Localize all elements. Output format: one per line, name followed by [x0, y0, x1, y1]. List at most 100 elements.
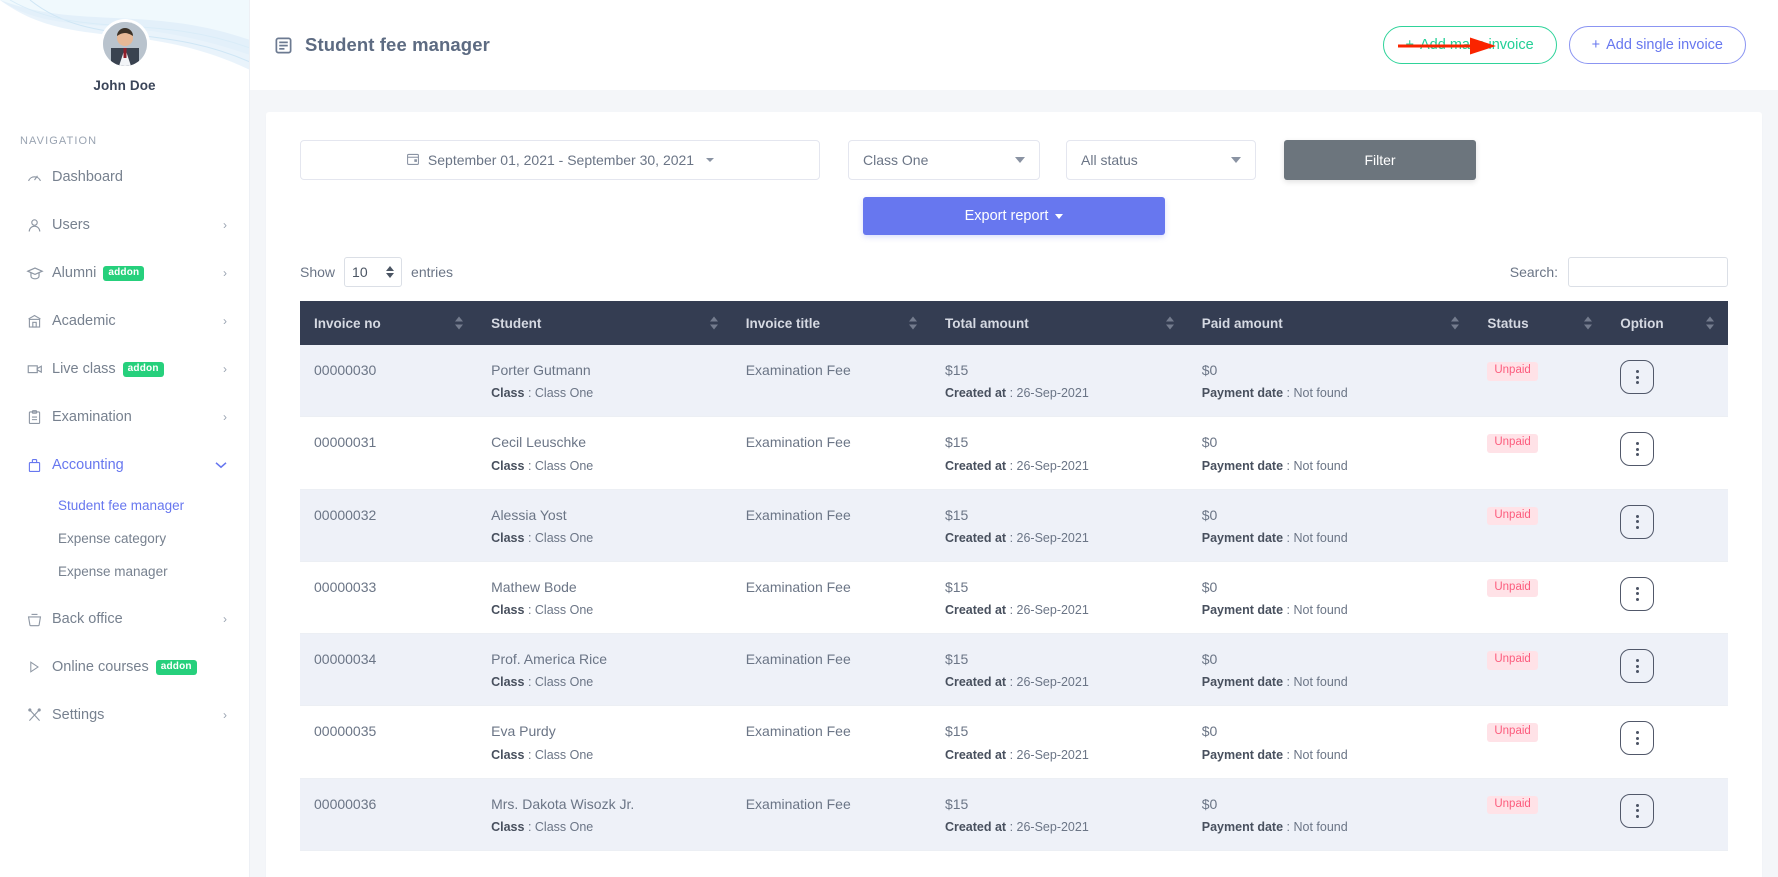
class-select[interactable]: Class One — [848, 140, 1040, 180]
sort-icon[interactable] — [1584, 316, 1593, 330]
student-class: Class : Class One — [491, 386, 594, 401]
row-options-button[interactable] — [1620, 721, 1655, 756]
sidebar-item-back-office[interactable]: Back office › — [0, 595, 249, 643]
column-header-status[interactable]: Status — [1473, 301, 1607, 345]
row-options-button[interactable] — [1620, 793, 1655, 828]
status-select[interactable]: All status — [1066, 140, 1256, 180]
sidebar-item-label: Back office — [52, 611, 123, 627]
column-header-invoice-no[interactable]: Invoice no — [300, 301, 478, 345]
kebab-menu-icon — [1635, 597, 1639, 601]
sidebar-item-users[interactable]: Users › — [0, 201, 249, 249]
table-row[interactable]: 00000035 Eva Purdy Class : Class One Examin… — [300, 705, 1728, 779]
table-row[interactable]: 00000033 Mathew Bode Class : Class One Exam… — [300, 561, 1728, 635]
column-header-total-amount[interactable]: Total amount — [930, 301, 1188, 345]
search-group: Search: — [1510, 257, 1728, 287]
cell-invoice-no: 00000034 — [300, 633, 478, 707]
sidebar-subitem-label: Expense manager — [58, 564, 168, 579]
add-single-invoice-button[interactable]: + Add single invoice — [1568, 25, 1746, 65]
add-mass-invoice-label: Add mass invoice — [1420, 36, 1534, 53]
avatar[interactable] — [102, 22, 147, 66]
chevron-down-icon — [215, 459, 227, 471]
invoice-no-value: 00000030 — [314, 362, 377, 378]
cell-student: Porter Gutmann Class : Class One — [477, 345, 732, 418]
fee-manager-card: September 01, 2021 - September 30, 2021 … — [266, 112, 1762, 877]
status-badge: Unpaid — [1487, 795, 1538, 815]
payment-date: Payment date : Not found — [1201, 747, 1348, 762]
table-row[interactable]: 00000036 Mrs. Dakota Wisozk Jr. Class : Cl… — [300, 778, 1728, 852]
total-amount-value: $15 — [944, 434, 969, 451]
invoice-title-value: Examination Fee — [745, 723, 851, 740]
row-options-button[interactable] — [1620, 576, 1655, 611]
table-row[interactable]: 00000031 Cecil Leuschke Class : Class One E… — [300, 416, 1728, 490]
cell-option — [1606, 778, 1728, 852]
chevron-down-icon — [1015, 157, 1025, 163]
cell-student: Mathew Bode Class : Class One — [477, 561, 732, 635]
sort-icon[interactable] — [1706, 316, 1714, 330]
row-options-button[interactable] — [1620, 360, 1655, 394]
kebab-menu-icon — [1635, 442, 1639, 446]
column-label: Invoice no — [314, 315, 381, 331]
cell-invoice-title: Examination Fee — [731, 561, 931, 635]
sidebar-item-label: Live class addon — [52, 361, 223, 377]
payment-date: Payment date : Not found — [1201, 603, 1348, 618]
cell-option — [1606, 489, 1728, 562]
page-title: Student fee manager — [305, 34, 490, 55]
table-body: 00000030 Porter Gutmann Class : Class One E… — [300, 345, 1728, 852]
column-label: Student — [491, 315, 542, 331]
table-row[interactable]: 00000030 Porter Gutmann Class : Class One E… — [300, 345, 1728, 418]
sidebar-item-alumni[interactable]: Alumni addon › — [0, 249, 249, 297]
column-header-invoice-title[interactable]: Invoice title — [731, 301, 931, 345]
document-list-icon — [274, 36, 293, 55]
table-row[interactable]: 00000032 Alessia Yost Class : Class One Exa… — [300, 489, 1728, 562]
sidebar-item-student-fee-manager[interactable]: Student fee manager — [0, 489, 249, 522]
basket-icon — [26, 611, 52, 628]
row-options-button[interactable] — [1620, 432, 1655, 467]
person-icon — [26, 217, 52, 234]
kebab-menu-icon — [1635, 814, 1639, 818]
sidebar-item-expense-category[interactable]: Expense category — [0, 522, 249, 555]
search-input[interactable] — [1568, 257, 1728, 287]
payment-date: Payment date : Not found — [1201, 820, 1348, 835]
briefcase-icon — [26, 457, 52, 474]
column-header-option[interactable]: Option — [1606, 301, 1728, 345]
sidebar-item-label: Settings — [52, 707, 105, 723]
sidebar-item-live-class[interactable]: Live class addon › — [0, 345, 249, 393]
table-row[interactable]: 00000034 Prof. America Rice Class : Class … — [300, 633, 1728, 707]
filter-row: September 01, 2021 - September 30, 2021 … — [300, 140, 1728, 180]
video-camera-icon — [26, 360, 52, 378]
show-label: Show — [300, 264, 336, 280]
export-report-button[interactable]: Export report — [863, 197, 1165, 235]
add-mass-invoice-button[interactable]: + Add mass invoice — [1382, 25, 1557, 65]
sidebar-item-online-courses[interactable]: Online courses addon — [0, 643, 249, 691]
sidebar-item-dashboard[interactable]: Dashboard — [0, 153, 249, 201]
paid-amount-value: $0 — [1201, 506, 1218, 523]
kebab-menu-icon — [1635, 586, 1639, 590]
row-options-button[interactable] — [1620, 649, 1655, 684]
chevron-right-icon: › — [223, 362, 227, 376]
status-badge: Unpaid — [1487, 651, 1538, 670]
entries-per-page-select[interactable]: 10 — [344, 257, 403, 287]
content-region: September 01, 2021 - September 30, 2021 … — [250, 90, 1778, 877]
search-label: Search: — [1509, 264, 1558, 280]
table-controls: Show 10 entries Search: — [300, 257, 1728, 287]
row-options-button[interactable] — [1620, 504, 1655, 539]
column-header-paid-amount[interactable]: Paid amount — [1187, 301, 1474, 345]
export-row: Export report — [300, 197, 1728, 235]
sort-icon[interactable] — [1165, 316, 1174, 330]
column-header-student[interactable]: Student — [477, 301, 732, 345]
student-class: Class : Class One — [491, 820, 594, 835]
sidebar-item-expense-manager[interactable]: Expense manager — [0, 555, 249, 588]
user-avatar-photo — [102, 22, 147, 66]
table-header-row: Invoice no Student Invoice title Total a… — [300, 301, 1728, 345]
sort-icon[interactable] — [1451, 316, 1460, 330]
sort-icon[interactable] — [908, 316, 917, 330]
sort-icon[interactable] — [709, 316, 718, 330]
sidebar-item-accounting[interactable]: Accounting — [0, 441, 249, 489]
filter-button[interactable]: Filter — [1284, 140, 1476, 180]
cell-status: Unpaid — [1473, 561, 1607, 635]
sort-icon[interactable] — [455, 316, 464, 330]
sidebar-item-academic[interactable]: Academic › — [0, 297, 249, 345]
date-range-picker[interactable]: September 01, 2021 - September 30, 2021 — [300, 140, 820, 180]
sidebar-item-examination[interactable]: Examination › — [0, 393, 249, 441]
sidebar-item-settings[interactable]: Settings › — [0, 691, 249, 739]
